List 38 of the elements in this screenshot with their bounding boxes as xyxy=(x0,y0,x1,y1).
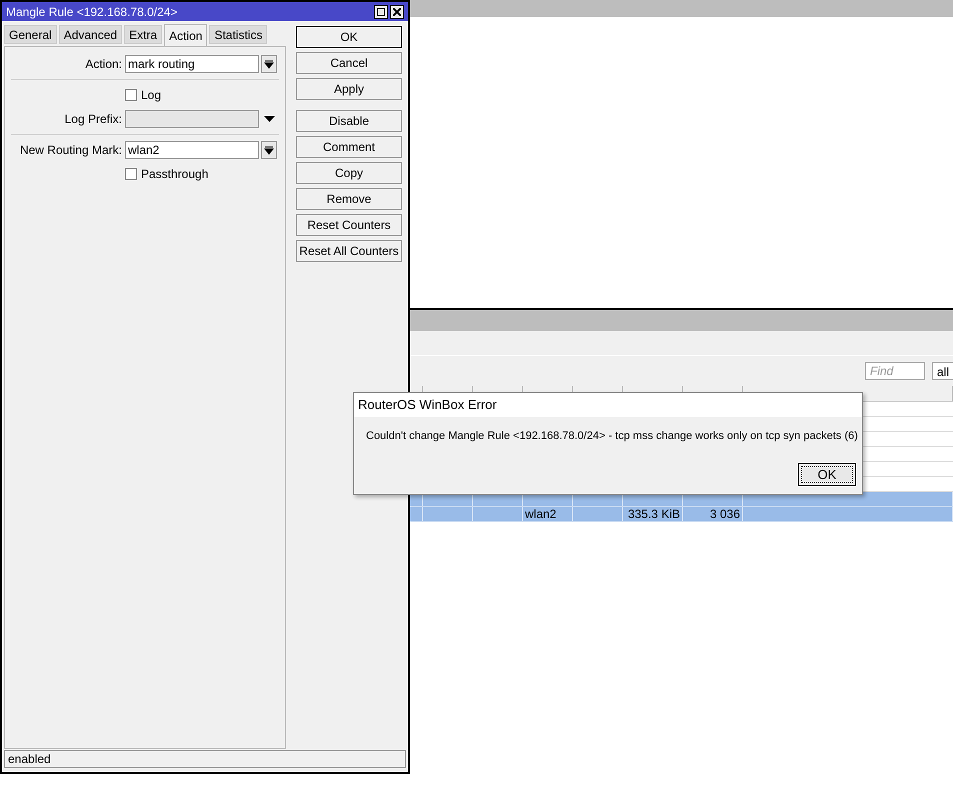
dialog-button[interactable]: Reset Counters xyxy=(296,214,402,236)
dialog-button[interactable]: Remove xyxy=(296,188,402,210)
tab[interactable]: Extra xyxy=(124,25,162,44)
field-label: Action: xyxy=(85,57,122,71)
dialog-button[interactable]: Comment xyxy=(296,136,402,158)
find-field[interactable]: Find xyxy=(865,362,925,380)
field-label: New Routing Mark: xyxy=(20,143,122,157)
close-icon[interactable] xyxy=(390,4,404,18)
dropdown-icon[interactable] xyxy=(261,55,277,73)
dropdown-field[interactable]: mark routing xyxy=(125,55,259,73)
maximize-icon[interactable] xyxy=(374,4,388,18)
dialog-button[interactable]: Apply xyxy=(296,78,402,100)
dialog-button[interactable]: OK xyxy=(296,26,402,48)
tab[interactable]: Advanced xyxy=(58,25,122,44)
table-cell: 3 036 xyxy=(710,507,740,521)
table-cell: 335.3 KiB xyxy=(628,507,680,521)
error-message: Couldn't change Mangle Rule <192.168.78.0/24> - tcp mss change works only on tcp syn packets (6) xyxy=(366,429,858,444)
status-bar: enabled xyxy=(4,750,406,768)
dropdown-icon[interactable] xyxy=(261,141,277,159)
dialog-button[interactable]: Disable xyxy=(296,110,402,132)
filter-dropdown[interactable]: all xyxy=(932,362,953,380)
dropdown-field[interactable]: wlan2 xyxy=(125,141,259,159)
checkbox-label: Passthrough xyxy=(141,166,208,183)
dialog-button[interactable]: Cancel xyxy=(296,52,402,74)
dialog-button[interactable]: Reset All Counters xyxy=(296,240,402,262)
tab[interactable]: Action xyxy=(164,24,208,46)
dialog-button[interactable]: Copy xyxy=(296,162,402,184)
checkbox[interactable] xyxy=(125,89,137,101)
ok-button[interactable]: OK xyxy=(798,463,856,486)
tab[interactable]: Statistics xyxy=(209,25,268,44)
dialog-title: RouterOS WinBox Error xyxy=(354,393,862,417)
table-row[interactable]: wlan2 335.3 KiB 3 036 xyxy=(410,507,953,522)
table-cell: wlan2 xyxy=(525,507,556,521)
checkbox[interactable] xyxy=(125,168,137,180)
checkbox-label: Log xyxy=(141,87,162,104)
window-title: Mangle Rule <192.168.78.0/24> xyxy=(6,4,178,20)
tab[interactable]: General xyxy=(4,25,57,44)
field-label: Log Prefix: xyxy=(64,112,122,126)
